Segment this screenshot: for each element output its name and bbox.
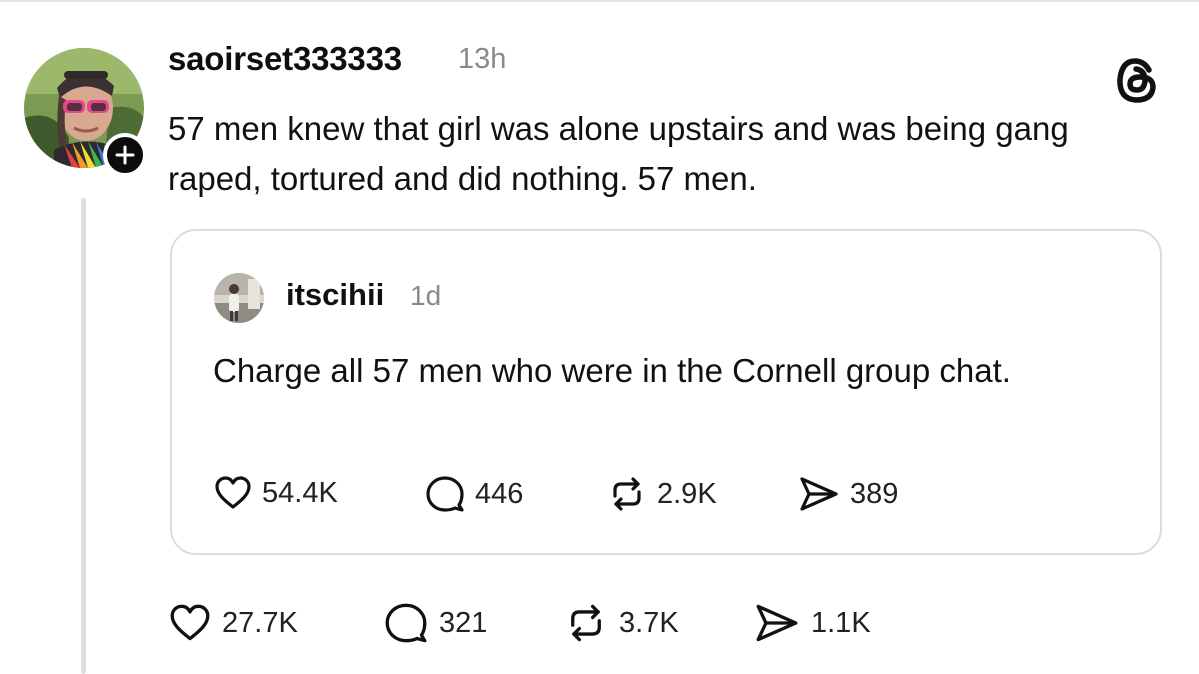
like-button[interactable]: 27.7K: [168, 603, 298, 643]
reply-count: 321: [439, 606, 488, 639]
quoted-reply-button[interactable]: 446: [425, 475, 523, 513]
thread-line: [81, 198, 86, 674]
quoted-share-count: 389: [850, 477, 899, 510]
comment-bubble-icon: [385, 603, 427, 643]
quoted-repost-button[interactable]: 2.9K: [607, 475, 717, 513]
quoted-share-button[interactable]: 389: [798, 475, 898, 513]
quoted-avatar[interactable]: [214, 273, 264, 323]
heart-icon: [215, 476, 251, 509]
quoted-reply-count: 446: [475, 477, 524, 510]
repost-icon: [613, 477, 641, 511]
send-icon: [800, 477, 838, 511]
reply-button[interactable]: 321: [383, 602, 487, 644]
heart-icon: [170, 604, 210, 641]
quoted-timestamp: 1d: [410, 280, 442, 311]
share-count: 1.1K: [811, 606, 871, 639]
post-text: 57 men knew that girl was alone upstairs…: [168, 110, 1069, 197]
quoted-text: Charge all 57 men who were in the Cornel…: [213, 352, 1011, 389]
quoted-post-card[interactable]: itscihii 1d Charge all 57 men who were i…: [170, 229, 1162, 555]
top-divider: [0, 0, 1199, 2]
quoted-like-count: 54.4K: [262, 476, 338, 509]
repost-button[interactable]: 3.7K: [563, 602, 679, 644]
send-icon: [756, 604, 798, 642]
repost-count: 3.7K: [619, 606, 679, 639]
repost-icon: [571, 604, 601, 642]
quoted-repost-count: 2.9K: [657, 477, 717, 510]
comment-bubble-icon: [426, 476, 464, 512]
post-timestamp: 13h: [458, 43, 507, 75]
like-count: 27.7K: [222, 606, 298, 639]
threads-logo-icon[interactable]: [1112, 53, 1162, 107]
quoted-like-button[interactable]: 54.4K: [214, 475, 338, 511]
plus-icon: [115, 145, 135, 165]
follow-button[interactable]: [103, 133, 147, 177]
quoted-username[interactable]: itscihii: [286, 277, 384, 313]
share-button[interactable]: 1.1K: [753, 602, 871, 644]
post-username[interactable]: saoirset333333: [168, 40, 402, 78]
